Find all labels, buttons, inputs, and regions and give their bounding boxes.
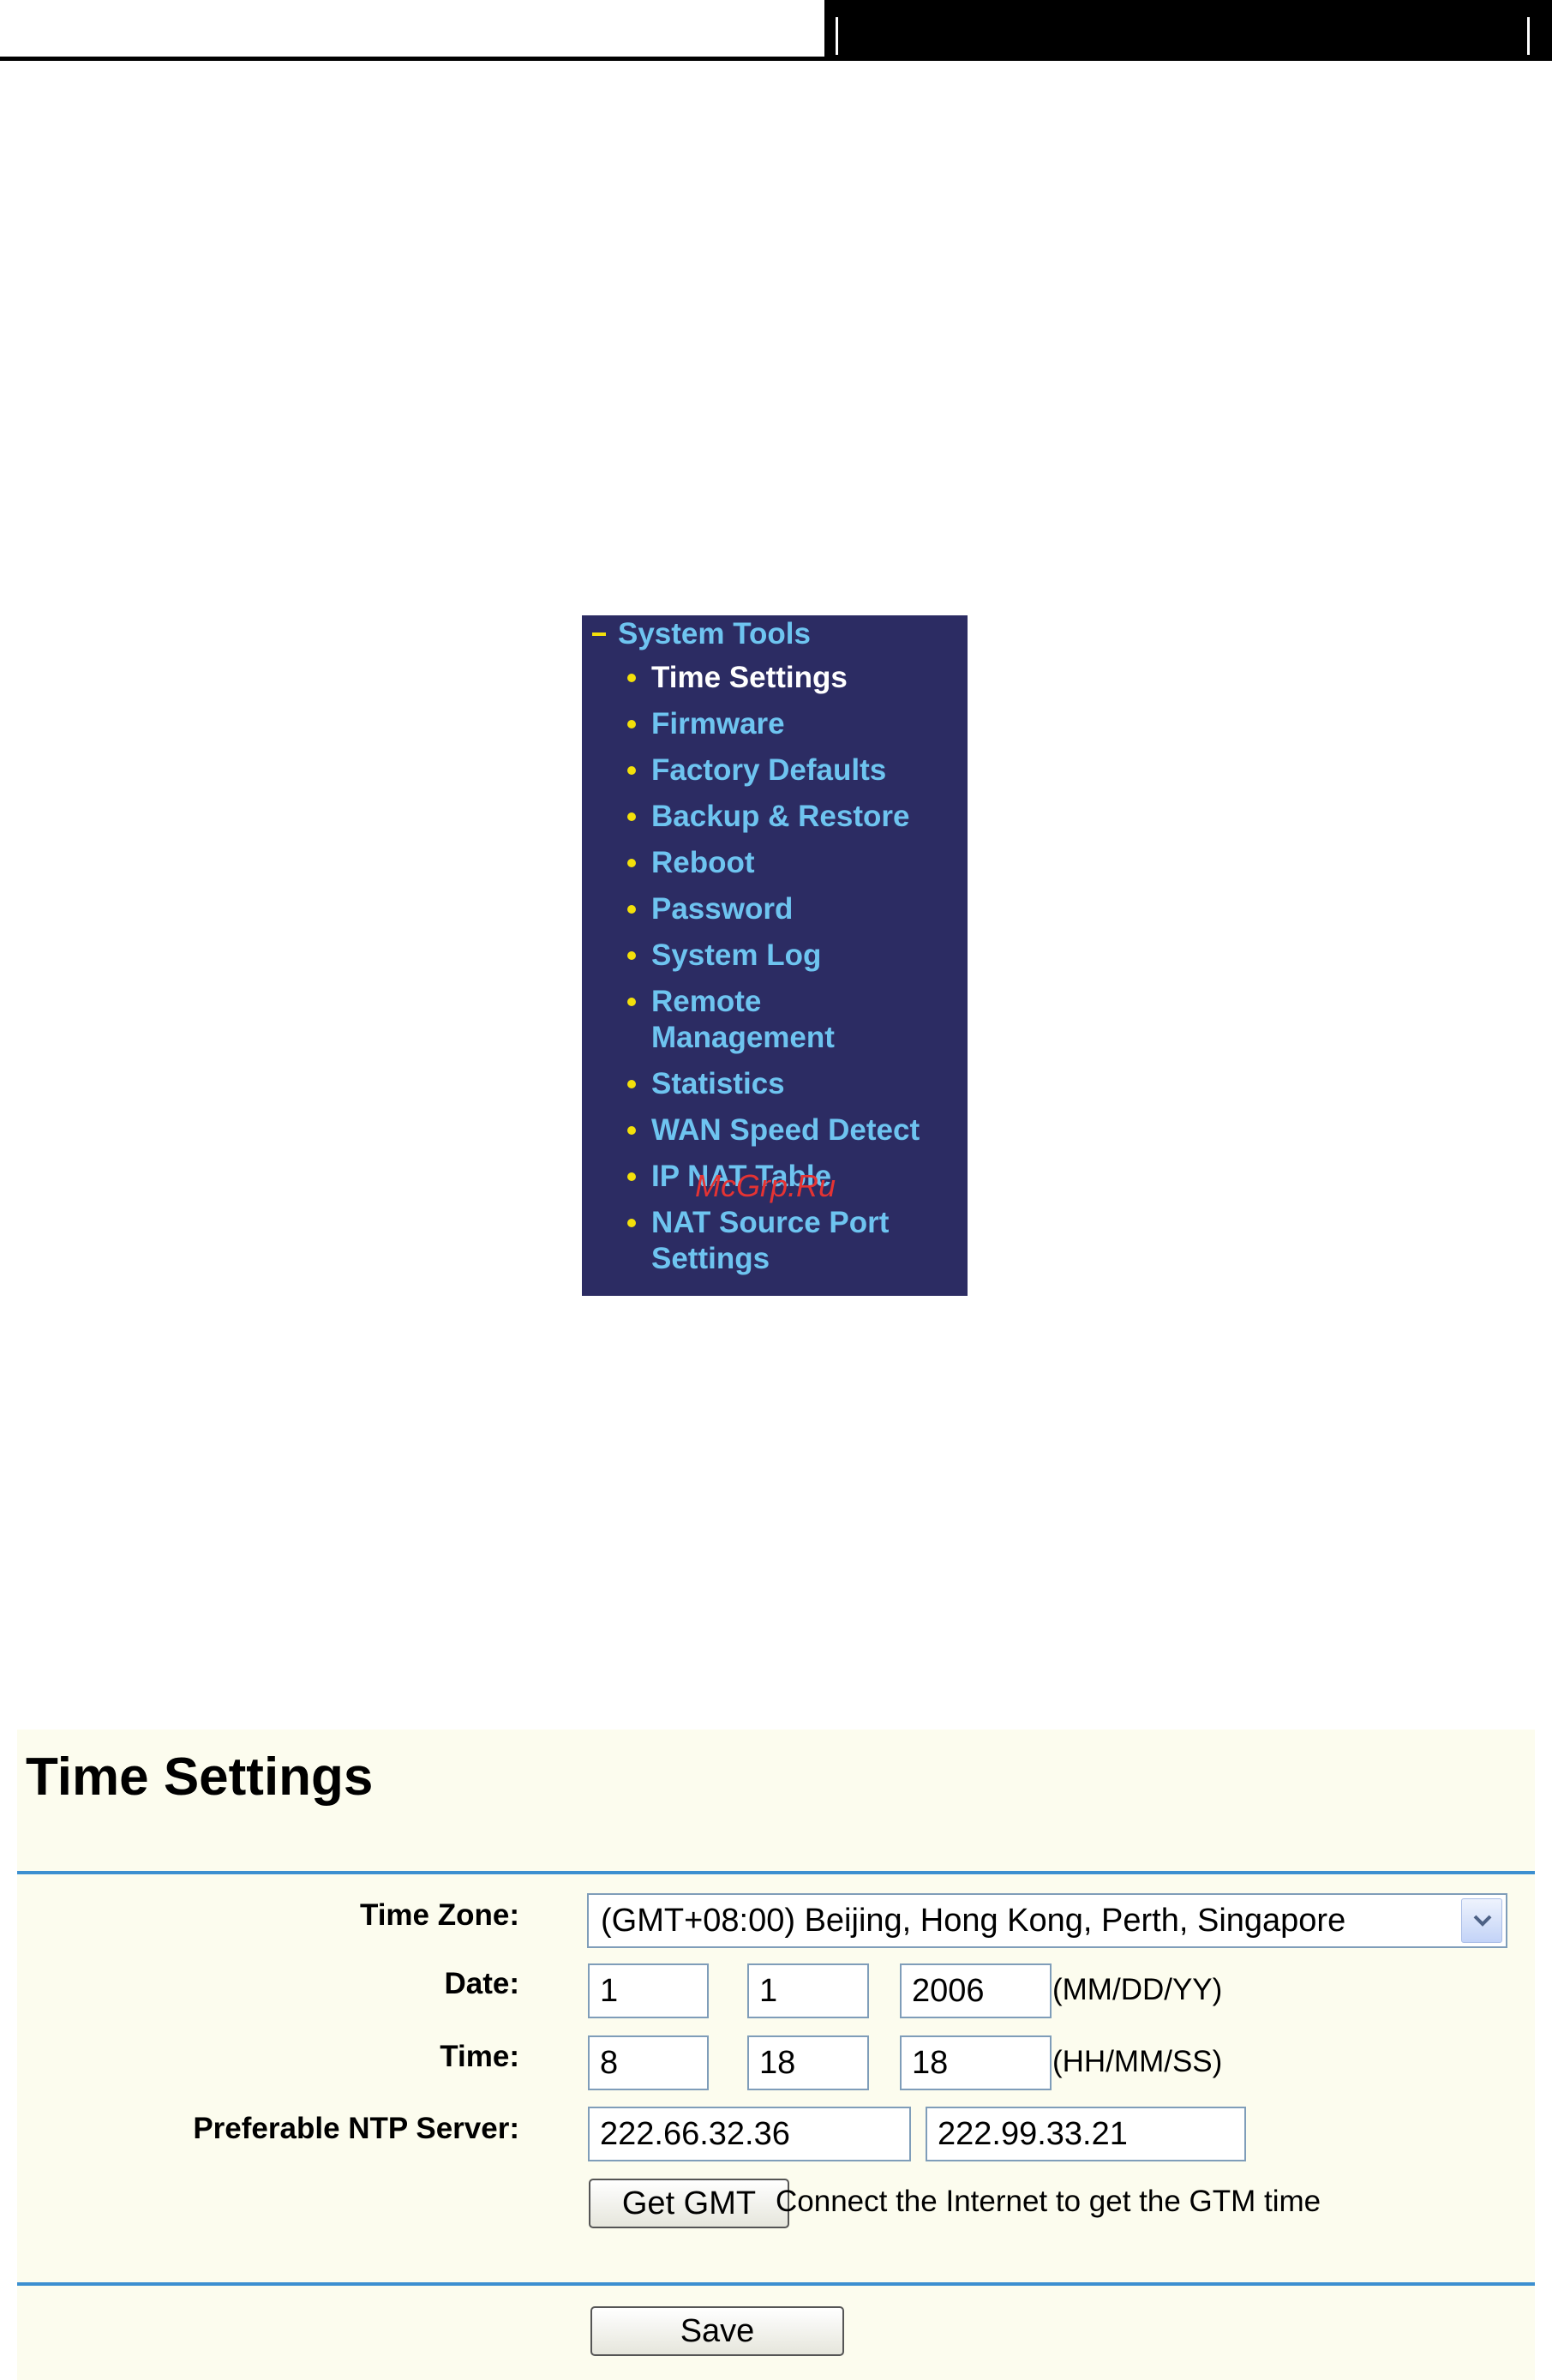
- menu-item-label: Time Settings: [651, 661, 848, 694]
- get-gmt-note: Connect the Internet to get the GTM time: [776, 2185, 1321, 2218]
- bullet-icon: [627, 951, 636, 960]
- bullet-icon: [627, 905, 636, 914]
- time-minute-input[interactable]: [747, 2035, 869, 2090]
- bullet-icon: [627, 1219, 636, 1227]
- save-button[interactable]: Save: [590, 2306, 844, 2356]
- date-format-hint: (MM/DD/YY): [1052, 1973, 1223, 2006]
- header-tick-left: [836, 17, 838, 55]
- time-settings-panel: Time Settings Time Zone: (GMT+08:00) Bei…: [17, 1730, 1535, 2380]
- menu-item-label: Factory Defaults: [651, 753, 887, 787]
- page-title: Time Settings: [26, 1748, 374, 1807]
- menu-item-label: WAN Speed Detect: [651, 1113, 920, 1147]
- header-bar: [824, 0, 1552, 61]
- time-zone-label: Time Zone:: [359, 1898, 519, 1932]
- menu-item-label: Backup & Restore: [651, 800, 910, 833]
- time-second-input[interactable]: [900, 2035, 1052, 2090]
- menu-item-label: Reboot: [651, 846, 755, 879]
- menu-item-label: NAT Source Port: [651, 1206, 890, 1239]
- header-tick-right: [1527, 17, 1530, 55]
- menu-item-label-line2: Management: [651, 1021, 835, 1054]
- get-gmt-button[interactable]: Get GMT: [589, 2179, 789, 2228]
- ntp-server-2-input[interactable]: [926, 2107, 1246, 2161]
- chevron-down-icon[interactable]: [1461, 1898, 1502, 1943]
- top-divider: [17, 1871, 1535, 1874]
- bullet-icon: [627, 674, 636, 682]
- time-zone-select[interactable]: (GMT+08:00) Beijing, Hong Kong, Perth, S…: [587, 1893, 1507, 1948]
- bullet-icon: [627, 998, 636, 1006]
- date-year-input[interactable]: [900, 1963, 1052, 2018]
- menu-item-label: Remote: [651, 985, 762, 1018]
- bullet-icon: [627, 859, 636, 867]
- bullet-icon: [627, 1126, 636, 1135]
- time-format-hint: (HH/MM/SS): [1052, 2045, 1223, 2078]
- collapse-minus-icon: [592, 632, 606, 636]
- menu-item-label-line2: Settings: [651, 1242, 770, 1275]
- date-label: Date:: [444, 1967, 519, 2000]
- bottom-divider: [17, 2282, 1535, 2286]
- time-hour-input[interactable]: [588, 2035, 709, 2090]
- menu-item-label: System Log: [651, 938, 822, 972]
- menu-header-system-tools[interactable]: System Tools: [582, 615, 968, 653]
- bullet-icon: [627, 812, 636, 821]
- menu-item-label: Firmware: [651, 707, 785, 740]
- ntp-server-label: Preferable NTP Server:: [193, 2112, 519, 2145]
- menu-title: System Tools: [618, 617, 811, 650]
- time-zone-value: (GMT+08:00) Beijing, Hong Kong, Perth, S…: [601, 1903, 1346, 1939]
- bullet-icon: [627, 720, 636, 728]
- time-label: Time:: [440, 2040, 519, 2073]
- menu-item-label: Password: [651, 892, 794, 926]
- date-day-input[interactable]: [747, 1963, 869, 2018]
- ntp-server-1-input[interactable]: [588, 2107, 911, 2161]
- bullet-icon: [627, 1172, 636, 1181]
- bullet-icon: [627, 1080, 636, 1088]
- bullet-icon: [627, 766, 636, 775]
- date-month-input[interactable]: [588, 1963, 709, 2018]
- watermark: McGrp.Ru: [695, 1168, 836, 1203]
- menu-item-label: Statistics: [651, 1067, 785, 1100]
